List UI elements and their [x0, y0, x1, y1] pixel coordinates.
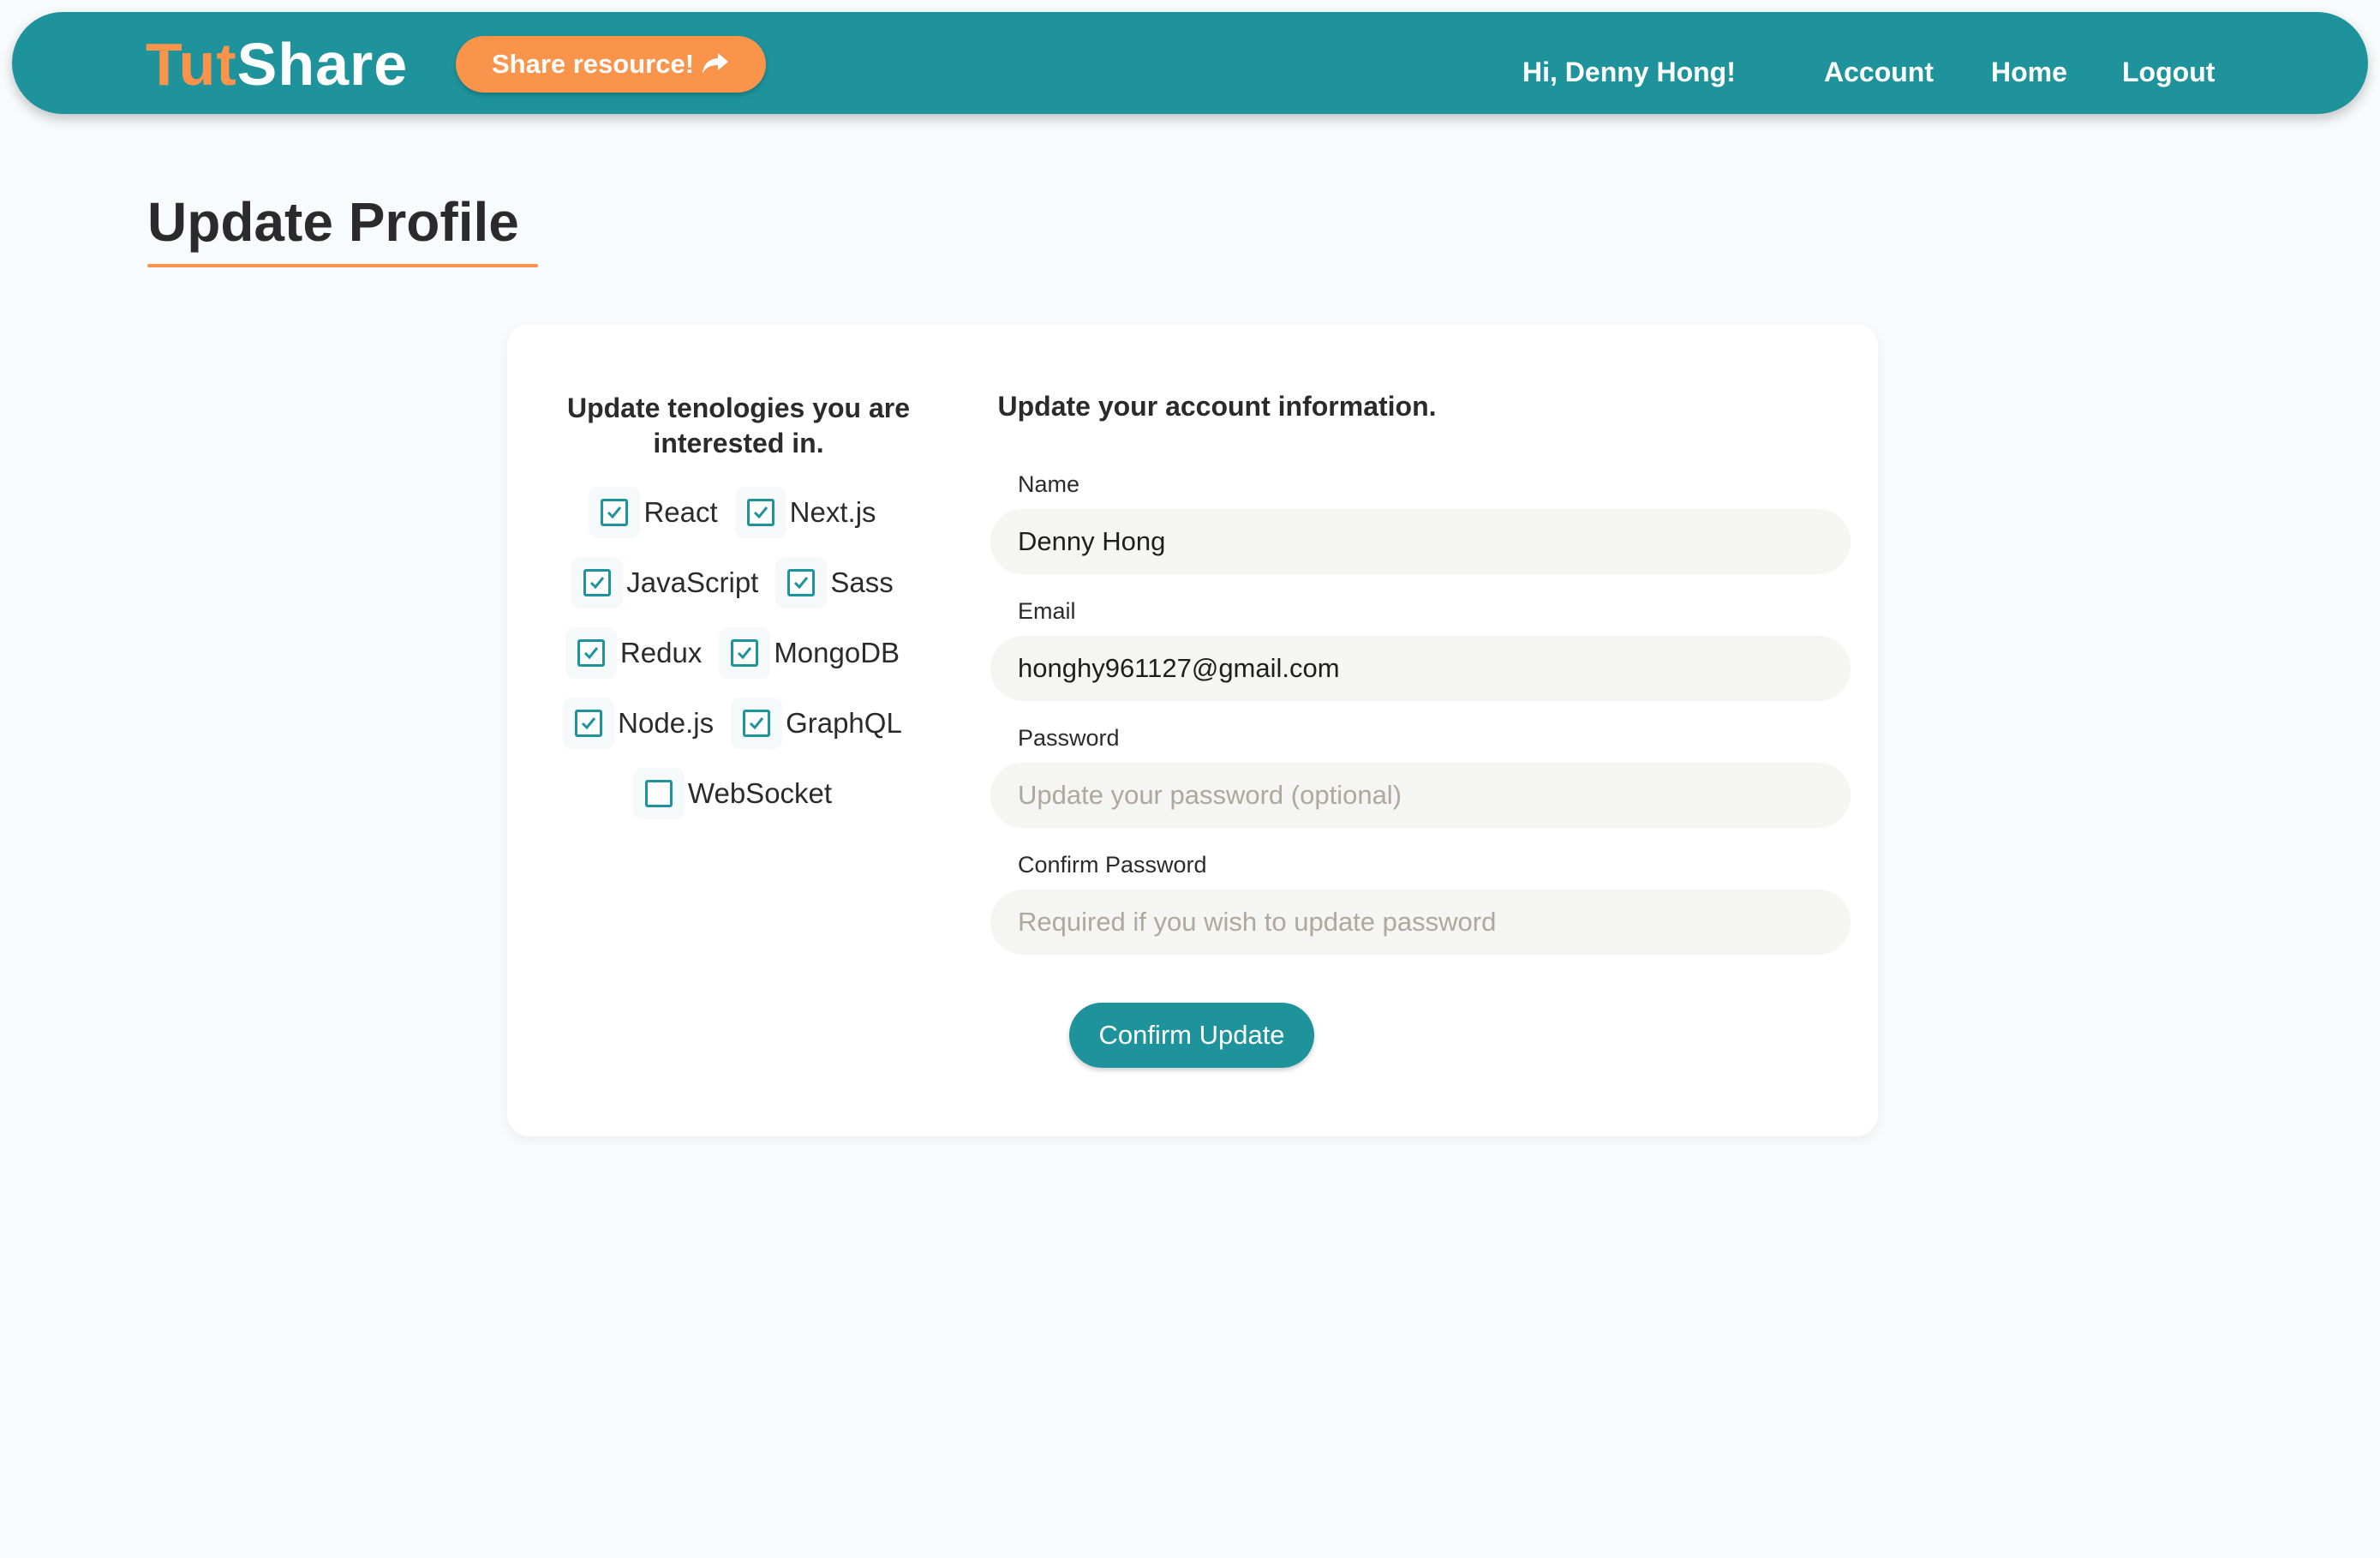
checkmark-icon: [583, 647, 599, 660]
technology-label: React: [643, 496, 718, 528]
password-label: Password: [1018, 725, 1120, 751]
brand-logo-part1: Tut: [146, 31, 237, 98]
technology-row: WebSocket: [567, 768, 910, 819]
password-field[interactable]: [990, 763, 1851, 828]
nav-link-logout[interactable]: Logout: [2122, 57, 2215, 88]
technology-label: WebSocket: [687, 777, 833, 809]
checkbox-nextjs[interactable]: [746, 499, 774, 526]
nav-link-account[interactable]: Account: [1824, 57, 1934, 88]
confirm-update-button[interactable]: Confirm Update: [1069, 1003, 1314, 1068]
checkbox-react[interactable]: [601, 499, 629, 526]
brand-logo[interactable]: TutShare: [146, 34, 408, 94]
technology-label: Next.js: [789, 496, 876, 528]
technology-row: React Next.js: [567, 487, 910, 538]
top-navbar: TutShare Share resource! Hi, Denny Hong!…: [12, 12, 2368, 114]
checkbox-nodejs[interactable]: [575, 710, 603, 737]
name-field[interactable]: [990, 509, 1851, 574]
checkmark-icon: [750, 717, 764, 730]
technology-label: MongoDB: [774, 637, 900, 668]
name-label: Name: [1018, 471, 1080, 497]
share-resource-label: Share resource!: [491, 49, 695, 79]
user-greeting: Hi, Denny Hong!: [1522, 57, 1736, 87]
checkbox-websocket[interactable]: [644, 780, 673, 807]
checkmark-icon: [607, 506, 622, 519]
technology-label: Node.js: [618, 707, 715, 739]
technologies-heading: Update tenologies you are interested in.: [566, 392, 911, 458]
confirm-password-label: Confirm Password: [1018, 852, 1207, 878]
nav-link-home[interactable]: Home: [1991, 57, 2067, 88]
technology-label: Sass: [830, 566, 894, 598]
technology-row: JavaScript Sass: [567, 557, 910, 608]
technology-label: GraphQL: [786, 707, 902, 739]
checkbox-javascript[interactable]: [583, 569, 612, 596]
share-arrow-icon: [703, 53, 729, 74]
checkbox-redux[interactable]: [577, 639, 605, 667]
checkmark-icon: [794, 577, 809, 590]
technology-option-sass[interactable]: Sass: [787, 566, 894, 599]
checkbox-graphql[interactable]: [743, 710, 771, 737]
technology-option-mongodb[interactable]: MongoDB: [731, 637, 900, 669]
checkmark-icon: [590, 577, 605, 590]
checkmark-icon: [738, 647, 752, 660]
confirm-password-field[interactable]: [990, 890, 1851, 955]
email-label: Email: [1018, 598, 1076, 624]
page-title: Update Profile: [147, 191, 519, 253]
checkbox-sass[interactable]: [787, 569, 816, 596]
checkmark-icon: [753, 506, 768, 519]
account-heading: Update your account information.: [997, 391, 1437, 422]
technology-row: Node.js GraphQL: [567, 698, 910, 749]
technology-label: Redux: [619, 637, 703, 668]
checkbox-mongodb[interactable]: [731, 639, 759, 667]
email-field[interactable]: [990, 636, 1851, 701]
technology-option-react[interactable]: React: [601, 496, 718, 529]
technology-option-graphql[interactable]: GraphQL: [743, 707, 902, 740]
brand-logo-part2: Share: [236, 31, 409, 98]
technology-label: JavaScript: [626, 566, 759, 598]
technology-option-redux[interactable]: Redux: [577, 637, 702, 669]
technology-option-nodejs[interactable]: Node.js: [575, 707, 714, 740]
share-resource-button[interactable]: Share resource!: [456, 36, 766, 93]
technology-option-javascript[interactable]: JavaScript: [583, 566, 758, 599]
technology-row: Redux MongoDB: [567, 627, 910, 679]
checkmark-icon: [582, 717, 596, 730]
technology-option-nextjs[interactable]: Next.js: [746, 496, 876, 529]
update-profile-card: Update tenologies you are interested in.…: [507, 324, 1878, 1136]
title-underline: [147, 264, 538, 267]
technology-option-websocket[interactable]: WebSocket: [644, 777, 833, 810]
